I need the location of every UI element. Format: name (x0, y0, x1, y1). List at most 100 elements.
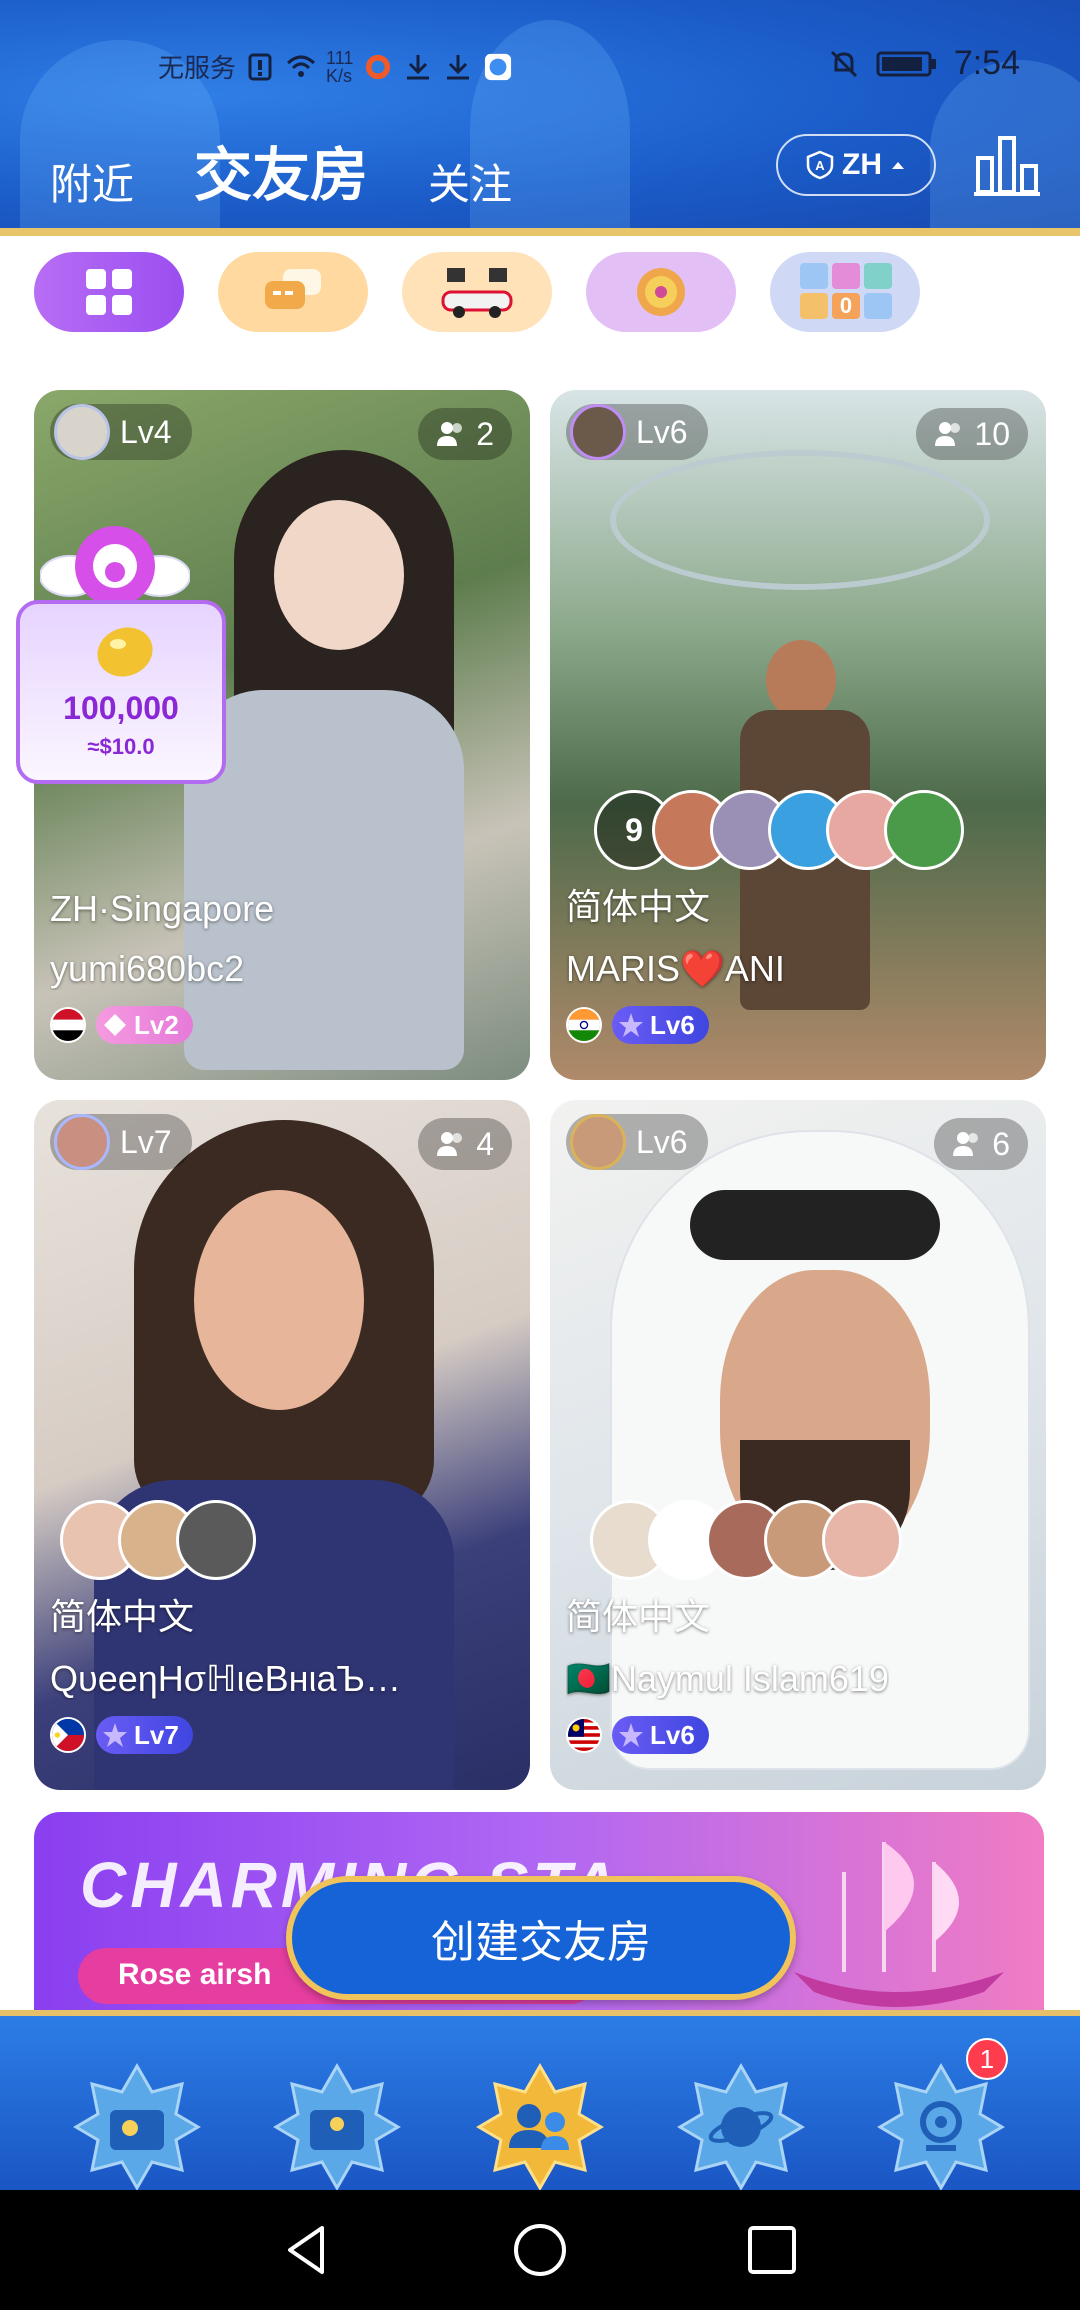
philippines-flag-icon (50, 1717, 86, 1753)
room-level: Lv6 (636, 1123, 688, 1160)
star-icon (619, 1013, 643, 1037)
cover-shape (610, 450, 990, 590)
owner-avatar (54, 404, 110, 460)
owner-avatar (570, 404, 626, 460)
owner-avatar (570, 1114, 626, 1170)
network-speed: 111 K/s (326, 47, 354, 86)
room-level: Lv4 (120, 413, 172, 450)
mute-bell-icon (830, 50, 857, 77)
category-chat[interactable] (218, 252, 368, 332)
room-language: ZH·Singapore (50, 888, 275, 929)
live-tv-icon[interactable] (272, 2062, 402, 2192)
room-level: Lv7 (120, 1123, 172, 1160)
svg-text:A: A (815, 158, 825, 173)
shield-a-icon: A (806, 150, 834, 180)
category-all[interactable] (34, 252, 184, 332)
room-language: 简体中文 (50, 1596, 195, 1637)
number-tiles-icon: 0 (800, 263, 892, 319)
vip-level-text: Lv6 (650, 1719, 695, 1750)
reward-usd: ≈$10.0 (87, 734, 155, 759)
category-racing[interactable] (402, 252, 552, 332)
room-level-badge: Lv6 (566, 1114, 708, 1170)
vip-level-text: Lv7 (134, 1719, 179, 1750)
member-count: 6 (934, 1118, 1028, 1170)
room-level: Lv6 (636, 413, 688, 450)
egypt-flag-icon (50, 1007, 86, 1043)
host-badges: Lv6 (566, 1716, 709, 1754)
people-icon (437, 422, 463, 446)
room-host-name: yumi680bc2 (50, 948, 245, 989)
cover-shape (690, 1190, 940, 1260)
people-icon (953, 1132, 979, 1156)
profile-icon[interactable] (876, 2062, 1006, 2192)
app-icon (485, 53, 512, 80)
vip-level-text: Lv6 (650, 1009, 695, 1040)
room-language: 简体中文 (566, 886, 711, 927)
caret-up-icon (892, 162, 904, 169)
reward-card[interactable]: 100,000 ≈$10.0 (16, 600, 226, 784)
vip-level-badge: Lv6 (612, 1716, 709, 1754)
bar-chart-icon[interactable] (972, 132, 1042, 198)
download-icon (407, 54, 430, 79)
member-count-value: 6 (992, 1125, 1010, 1162)
star-icon (619, 1723, 643, 1747)
svg-text:0: 0 (840, 293, 852, 318)
recent-apps-icon[interactable] (742, 2220, 802, 2280)
tab-nearby[interactable]: 附近 (50, 151, 134, 212)
vip-level-badge: Lv7 (96, 1716, 193, 1754)
cover-shape (766, 640, 836, 720)
audience-avatar (822, 1500, 902, 1580)
category-numbers[interactable]: 0 (770, 252, 920, 332)
room-card[interactable]: Lv7 4 简体中文 QυeeηHσℍιeBнιaЪ… Lv7 (34, 1100, 530, 1790)
diamond-icon (104, 1014, 126, 1036)
home-icon[interactable] (510, 2220, 570, 2280)
host-badges: Lv2 (50, 1006, 193, 1044)
host-badges: Lv7 (50, 1716, 193, 1754)
room-host-name: QυeeηHσℍιeBнιaЪ… (50, 1658, 401, 1699)
browser-icon (366, 54, 391, 79)
member-count-value: 4 (476, 1125, 494, 1162)
tv-moon-icon[interactable] (72, 2062, 202, 2192)
grid-icon (86, 269, 132, 315)
tab-party-rooms[interactable]: 交友房 (194, 128, 368, 212)
tab-following[interactable]: 关注 (428, 151, 512, 212)
reward-amount: 100,000 (63, 690, 179, 726)
category-pills: 0 (34, 252, 920, 332)
vip-level-text: Lv2 (134, 1009, 179, 1040)
carrier-text: 无服务 (158, 53, 237, 83)
language-button[interactable]: A ZH (776, 134, 936, 196)
member-count-value: 10 (974, 415, 1010, 452)
create-room-button[interactable]: 创建交友房 (286, 1876, 796, 2000)
room-level-badge: Lv7 (50, 1114, 192, 1170)
room-host-name: 🇧🇩Naymul Islam619 (566, 1658, 889, 1699)
party-room-icon[interactable] (475, 2062, 605, 2192)
malaysia-flag-icon (566, 1717, 602, 1753)
cover-shape (274, 500, 404, 650)
people-icon (935, 422, 961, 446)
battery-icon (876, 51, 936, 76)
wifi-icon (286, 55, 316, 77)
host-badges: Lv6 (566, 1006, 709, 1044)
airship-icon (794, 1842, 1004, 2007)
vip-level-badge: Lv6 (612, 1006, 709, 1044)
gold-bean-icon (97, 627, 153, 677)
bottom-navigation (0, 2010, 1080, 2192)
vip-level-badge: Lv2 (96, 1006, 193, 1044)
wheel-icon (637, 268, 685, 316)
top-tabs: 附近 交友房 关注 (50, 128, 512, 212)
chat-bubbles-icon (265, 269, 321, 309)
category-wheel[interactable] (586, 252, 736, 332)
member-count: 2 (418, 408, 512, 460)
audience-avatar (176, 1500, 256, 1580)
audience-avatars (60, 1500, 256, 1580)
planet-icon[interactable] (676, 2062, 806, 2192)
sim-alert-icon (248, 53, 272, 80)
audience-avatars: 9 (594, 790, 964, 870)
header-divider (0, 228, 1080, 236)
system-navigation-bar (0, 2190, 1080, 2310)
room-language: 简体中文 (566, 1596, 711, 1637)
room-card[interactable]: Lv6 10 9 简体中文 MARIS❤️ANI Lv6 (550, 390, 1046, 1080)
room-card[interactable]: Lv6 6 简体中文 🇧🇩Naymul Islam619 Lv6 (550, 1100, 1046, 1790)
india-flag-icon (566, 1007, 602, 1043)
back-icon[interactable] (278, 2220, 338, 2280)
